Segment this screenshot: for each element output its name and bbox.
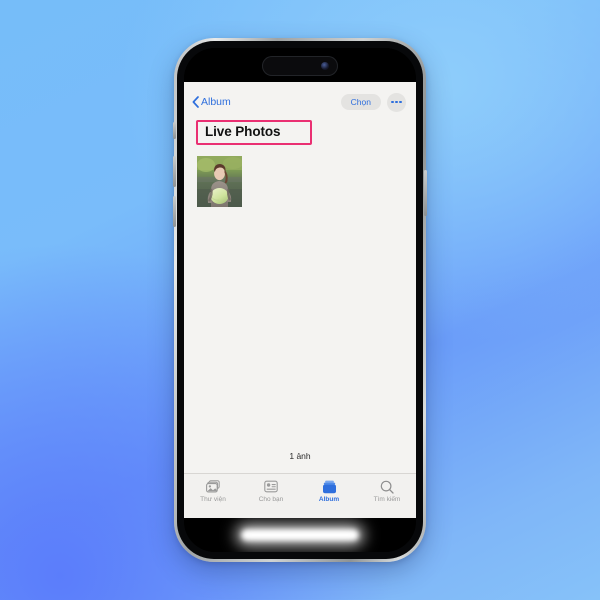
empty-area: [184, 207, 416, 451]
photo-stack-icon: [205, 478, 221, 495]
tab-search-label: Tìm kiếm: [373, 496, 401, 503]
tab-for-you[interactable]: Cho bạn: [242, 478, 300, 504]
tab-for-you-label: Cho bạn: [258, 496, 284, 503]
photo-thumbnail-image: [197, 155, 242, 207]
phone-bezel: Album Chọn Live Photos 1 ảnh Thư viện Ch…: [177, 41, 423, 559]
for-you-card-icon: [264, 478, 278, 495]
chevron-left-icon: [192, 96, 199, 108]
home-indicator[interactable]: [241, 529, 359, 541]
back-button-label: Album: [201, 96, 231, 108]
tab-albums[interactable]: Album: [300, 478, 358, 504]
status-bar: [184, 48, 416, 82]
tab-library-label: Thư viện: [200, 496, 226, 503]
volume-down-button[interactable]: [173, 196, 176, 227]
ellipsis-icon-dot: [391, 100, 394, 104]
album-title-highlight: Live Photos: [196, 120, 313, 145]
ellipsis-icon-dot: [395, 100, 398, 104]
search-icon: [380, 478, 394, 495]
albums-icon: [322, 478, 337, 495]
mute-switch-button[interactable]: [173, 122, 176, 139]
page-title: Live Photos: [205, 124, 281, 139]
front-camera-icon: [321, 62, 329, 70]
more-options-button[interactable]: [387, 92, 406, 112]
home-indicator-area: [184, 518, 416, 552]
phone-device: Album Chọn Live Photos 1 ảnh Thư viện Ch…: [173, 38, 427, 562]
photo-count-label: 1 ảnh: [289, 451, 311, 461]
select-button[interactable]: Chọn: [340, 93, 381, 111]
ellipsis-icon-dot: [399, 100, 402, 104]
album-title-row: Live Photos: [184, 117, 416, 149]
photo-grid: [184, 149, 416, 207]
volume-up-button[interactable]: [173, 156, 176, 187]
tab-search[interactable]: Tìm kiếm: [358, 478, 416, 504]
wallpaper-backdrop: Album Chọn Live Photos 1 ảnh Thư viện Ch…: [0, 0, 600, 600]
navbar-actions: Chọn: [340, 92, 406, 112]
back-button[interactable]: Album: [192, 96, 231, 108]
power-button[interactable]: [424, 170, 427, 216]
photos-app: Album Chọn Live Photos 1 ảnh Thư viện Ch…: [184, 82, 416, 518]
dynamic-island: [262, 56, 338, 76]
tab-albums-label: Album: [318, 496, 340, 503]
navigation-bar: Album Chọn: [184, 82, 416, 117]
tab-library[interactable]: Thư viện: [184, 478, 242, 504]
phone-screen: Album Chọn Live Photos 1 ảnh Thư viện Ch…: [184, 48, 416, 552]
photo-thumbnail-1[interactable]: [197, 155, 242, 207]
tab-bar: Thư viện Cho bạn Album Tìm kiếm: [184, 473, 416, 518]
